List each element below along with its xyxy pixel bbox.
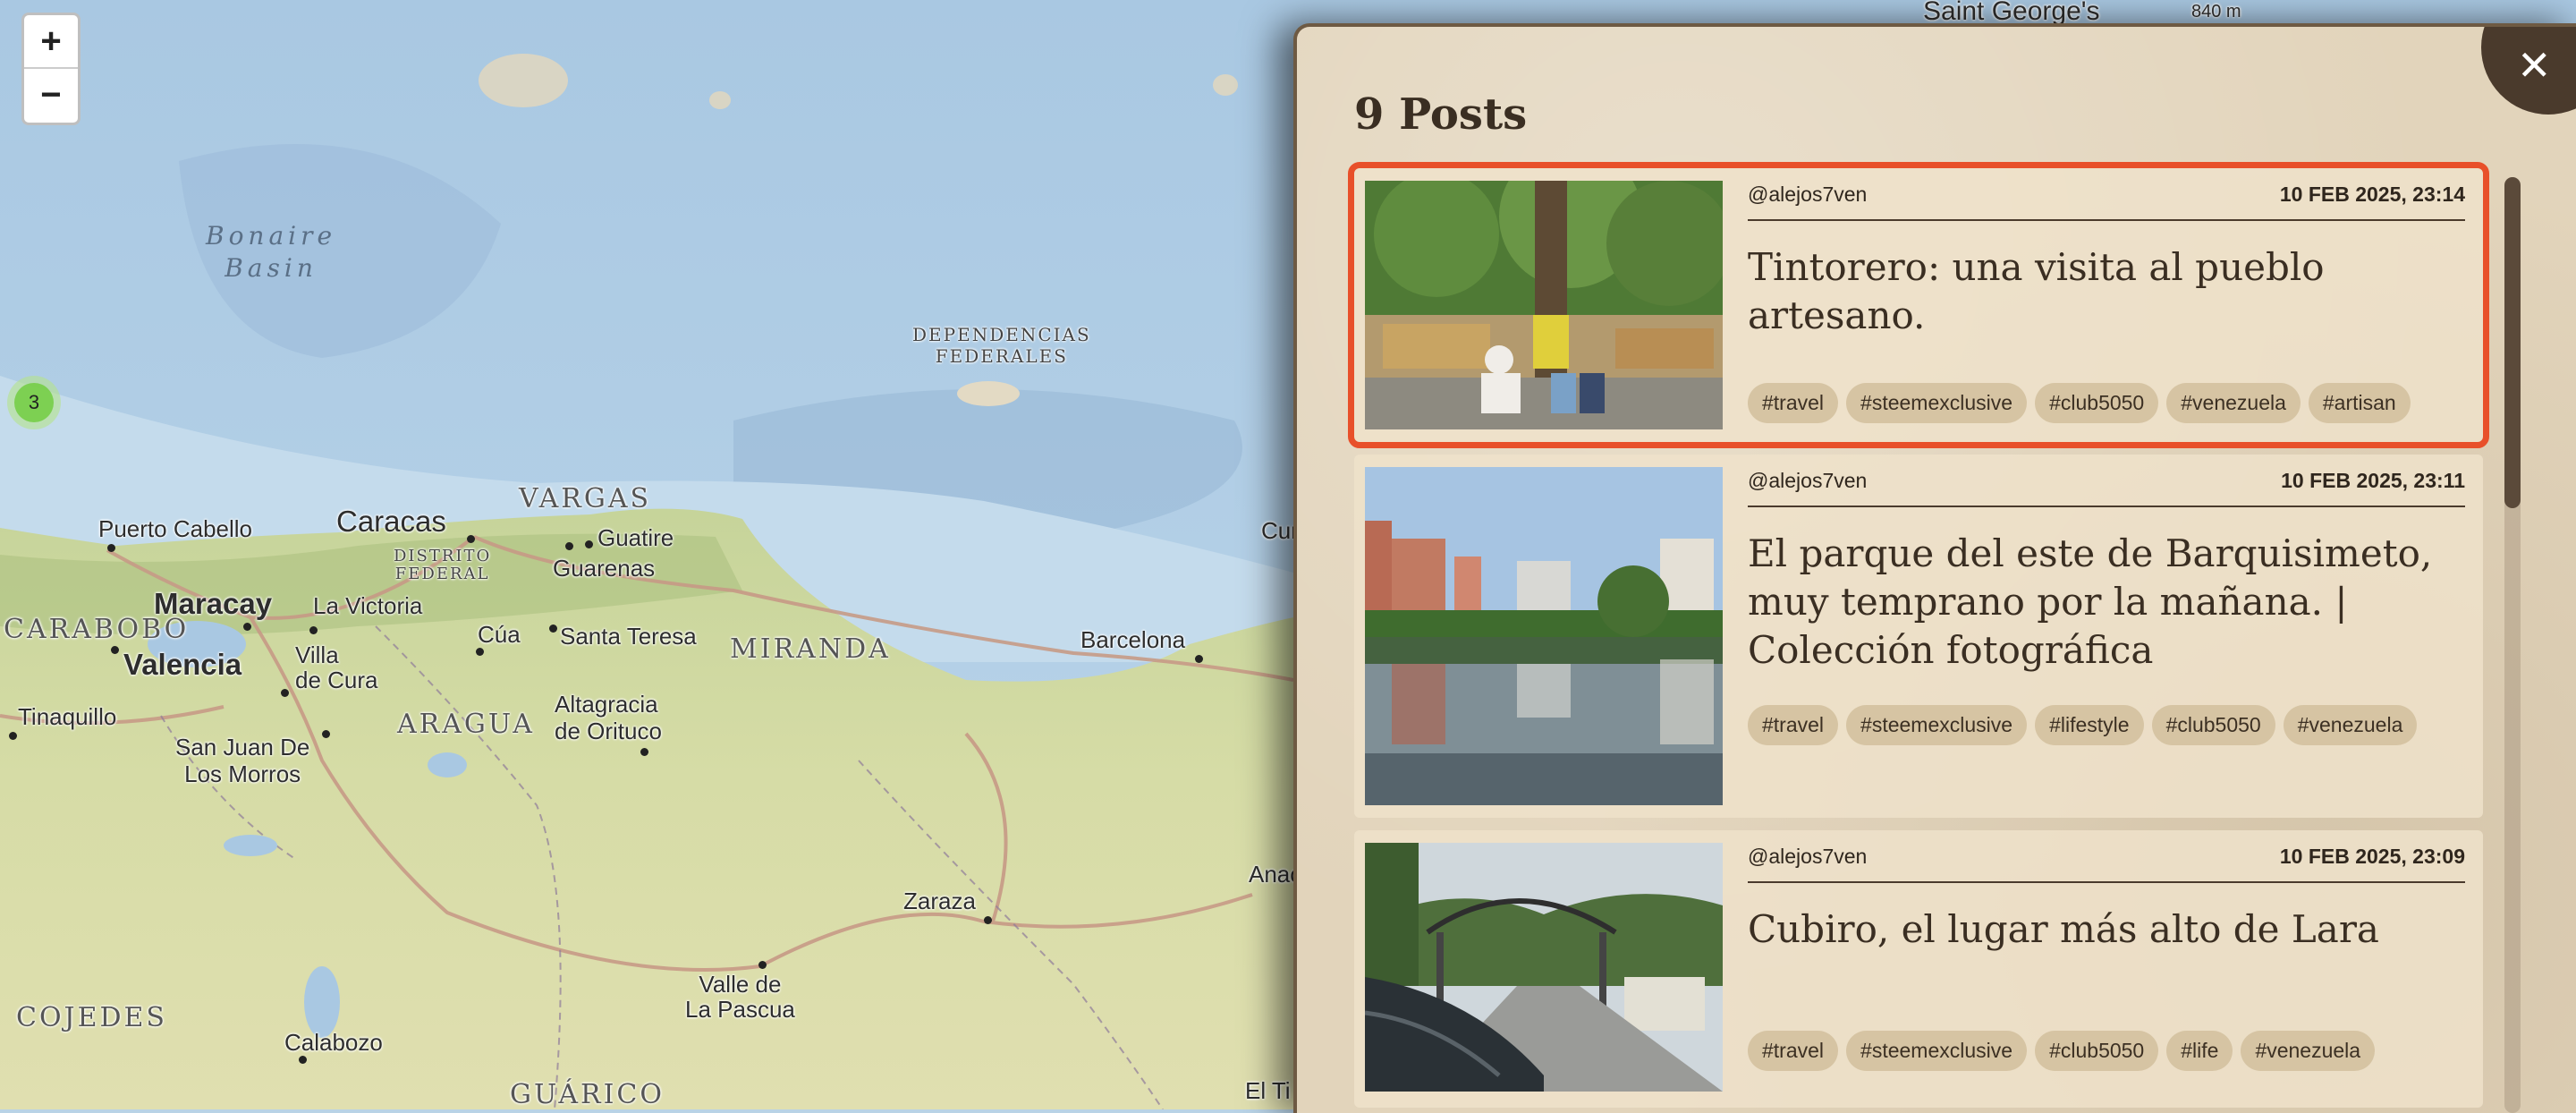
tag-chip[interactable]: #steemexclusive (1846, 1031, 2028, 1071)
post-tags: #travel #steemexclusive #lifestyle #club… (1748, 705, 2474, 745)
map-label-zaraza: Zaraza (903, 888, 976, 914)
city-marker (243, 623, 251, 631)
city-marker (309, 626, 318, 634)
map-label-carabobo: CARABOBO (4, 614, 190, 645)
city-marker (565, 542, 573, 550)
tag-chip[interactable]: #steemexclusive (1846, 705, 2028, 745)
city-marker (467, 535, 475, 543)
city-marker (107, 544, 115, 552)
city-marker (299, 1056, 307, 1064)
map-label-villa-de-cura: Villa de Cura (295, 641, 378, 693)
map-label-guarico: GUÁRICO (510, 1079, 665, 1109)
city-marker (476, 648, 484, 656)
post-thumbnail (1365, 843, 1723, 1092)
post-title[interactable]: Tintorero: una visita al pueblo artesano… (1748, 243, 2465, 340)
post-tags: #travel #steemexclusive #club5050 #venez… (1748, 383, 2474, 423)
posts-panel: ✕ 9 Posts @alejos7ven 10 FEB 2025, 23:14… (1293, 23, 2576, 1113)
tag-chip[interactable]: #artisan (2308, 383, 2411, 423)
post-author[interactable]: @alejos7ven (1748, 183, 1867, 207)
tag-chip[interactable]: #club5050 (2035, 383, 2159, 423)
city-marker (640, 748, 648, 756)
city-marker (111, 646, 119, 654)
map-label-puerto-cabello: Puerto Cabello (98, 515, 252, 542)
tag-chip[interactable]: #travel (1748, 1031, 1839, 1071)
map-label-guatire: Guatire (597, 524, 674, 551)
post-card[interactable]: @alejos7ven 10 FEB 2025, 23:09 Cubiro, e… (1354, 830, 2483, 1108)
zoom-control: + − (21, 13, 80, 125)
city-marker (984, 916, 992, 924)
tag-chip[interactable]: #life (2166, 1031, 2233, 1071)
post-meta: @alejos7ven 10 FEB 2025, 23:09 (1748, 845, 2465, 883)
close-button[interactable]: ✕ (2481, 27, 2576, 115)
city-marker (585, 540, 593, 548)
map-label-santa-teresa: Santa Teresa (560, 623, 697, 650)
zoom-in-button[interactable]: + (24, 15, 78, 67)
city-marker (549, 624, 557, 633)
city-marker (9, 732, 17, 740)
tag-chip[interactable]: #lifestyle (2035, 705, 2144, 745)
map-label-cua: Cúa (478, 621, 521, 648)
panel-scrollbar[interactable] (2504, 177, 2521, 1113)
map-label-distrito-federal: DISTRITO FEDERAL (394, 547, 492, 583)
tag-chip[interactable]: #venezuela (2241, 1031, 2376, 1071)
map-label-calabozo: Calabozo (284, 1029, 383, 1056)
post-date: 10 FEB 2025, 23:11 (2281, 469, 2465, 492)
tag-chip[interactable]: #club5050 (2151, 705, 2275, 745)
map-label-la-victoria: La Victoria (313, 592, 423, 619)
post-meta: @alejos7ven 10 FEB 2025, 23:14 (1748, 183, 2465, 221)
post-author[interactable]: @alejos7ven (1748, 469, 1867, 493)
zoom-out-button[interactable]: − (24, 67, 78, 121)
post-meta: @alejos7ven 10 FEB 2025, 23:11 (1748, 469, 2465, 507)
post-date: 10 FEB 2025, 23:09 (2279, 845, 2465, 868)
city-marker (758, 961, 767, 969)
map-label-dependencias: DEPENDENCIAS FEDERALES (912, 324, 1091, 367)
post-thumbnail (1365, 181, 1723, 429)
map-label-el-tigre: El Ti (1245, 1077, 1291, 1104)
map-label-altagracia: Altagracia de Orituco (555, 691, 662, 744)
map-label-guarenas: Guarenas (553, 555, 656, 582)
post-card[interactable]: @alejos7ven 10 FEB 2025, 23:14 Tintorero… (1348, 162, 2489, 448)
scrollbar-thumb[interactable] (2504, 177, 2521, 508)
city-marker (281, 689, 289, 697)
map-scale-text: 840 m (2191, 2, 2241, 21)
tag-chip[interactable]: #venezuela (2283, 705, 2418, 745)
city-marker (322, 730, 330, 738)
cluster-marker[interactable]: 3 (7, 376, 61, 429)
panel-title: 9 Posts (1354, 89, 1528, 140)
map-label-aragua: ARAGUA (397, 709, 535, 740)
tag-chip[interactable]: #venezuela (2166, 383, 2301, 423)
map-label-miranda: MIRANDA (730, 633, 891, 665)
map-label-cojedes: COJEDES (16, 1002, 167, 1033)
map-label-valencia: Valencia (123, 648, 242, 681)
map-label-valle-de-la-pascua: Valle de La Pascua (685, 971, 795, 1023)
tag-chip[interactable]: #club5050 (2035, 1031, 2159, 1071)
map-label-caracas: Caracas (336, 505, 446, 538)
post-title[interactable]: El parque del este de Barquisimeto, muy … (1748, 530, 2465, 675)
post-list: @alejos7ven 10 FEB 2025, 23:14 Tintorero… (1348, 162, 2489, 1113)
map-label-barcelona: Barcelona (1080, 626, 1186, 653)
post-thumbnail (1365, 467, 1723, 805)
tag-chip[interactable]: #travel (1748, 383, 1839, 423)
map-label-san-juan: San Juan De Los Morros (175, 734, 310, 787)
map-label-vargas: VARGAS (519, 483, 652, 514)
city-marker (1195, 655, 1203, 663)
close-icon: ✕ (2517, 41, 2552, 89)
post-card[interactable]: @alejos7ven 10 FEB 2025, 23:11 El parque… (1354, 455, 2483, 818)
cluster-count: 3 (14, 383, 54, 422)
map-label-tinaquillo: Tinaquillo (18, 703, 117, 730)
post-date: 10 FEB 2025, 23:14 (2279, 183, 2465, 206)
tag-chip[interactable]: #travel (1748, 705, 1839, 745)
map-label-bonaire-basin: Bonaire Basin (206, 221, 337, 283)
tag-chip[interactable]: #steemexclusive (1846, 383, 2028, 423)
post-title[interactable]: Cubiro, el lugar más alto de Lara (1748, 905, 2465, 954)
post-author[interactable]: @alejos7ven (1748, 845, 1867, 869)
post-tags: #travel #steemexclusive #club5050 #life … (1748, 1031, 2474, 1071)
